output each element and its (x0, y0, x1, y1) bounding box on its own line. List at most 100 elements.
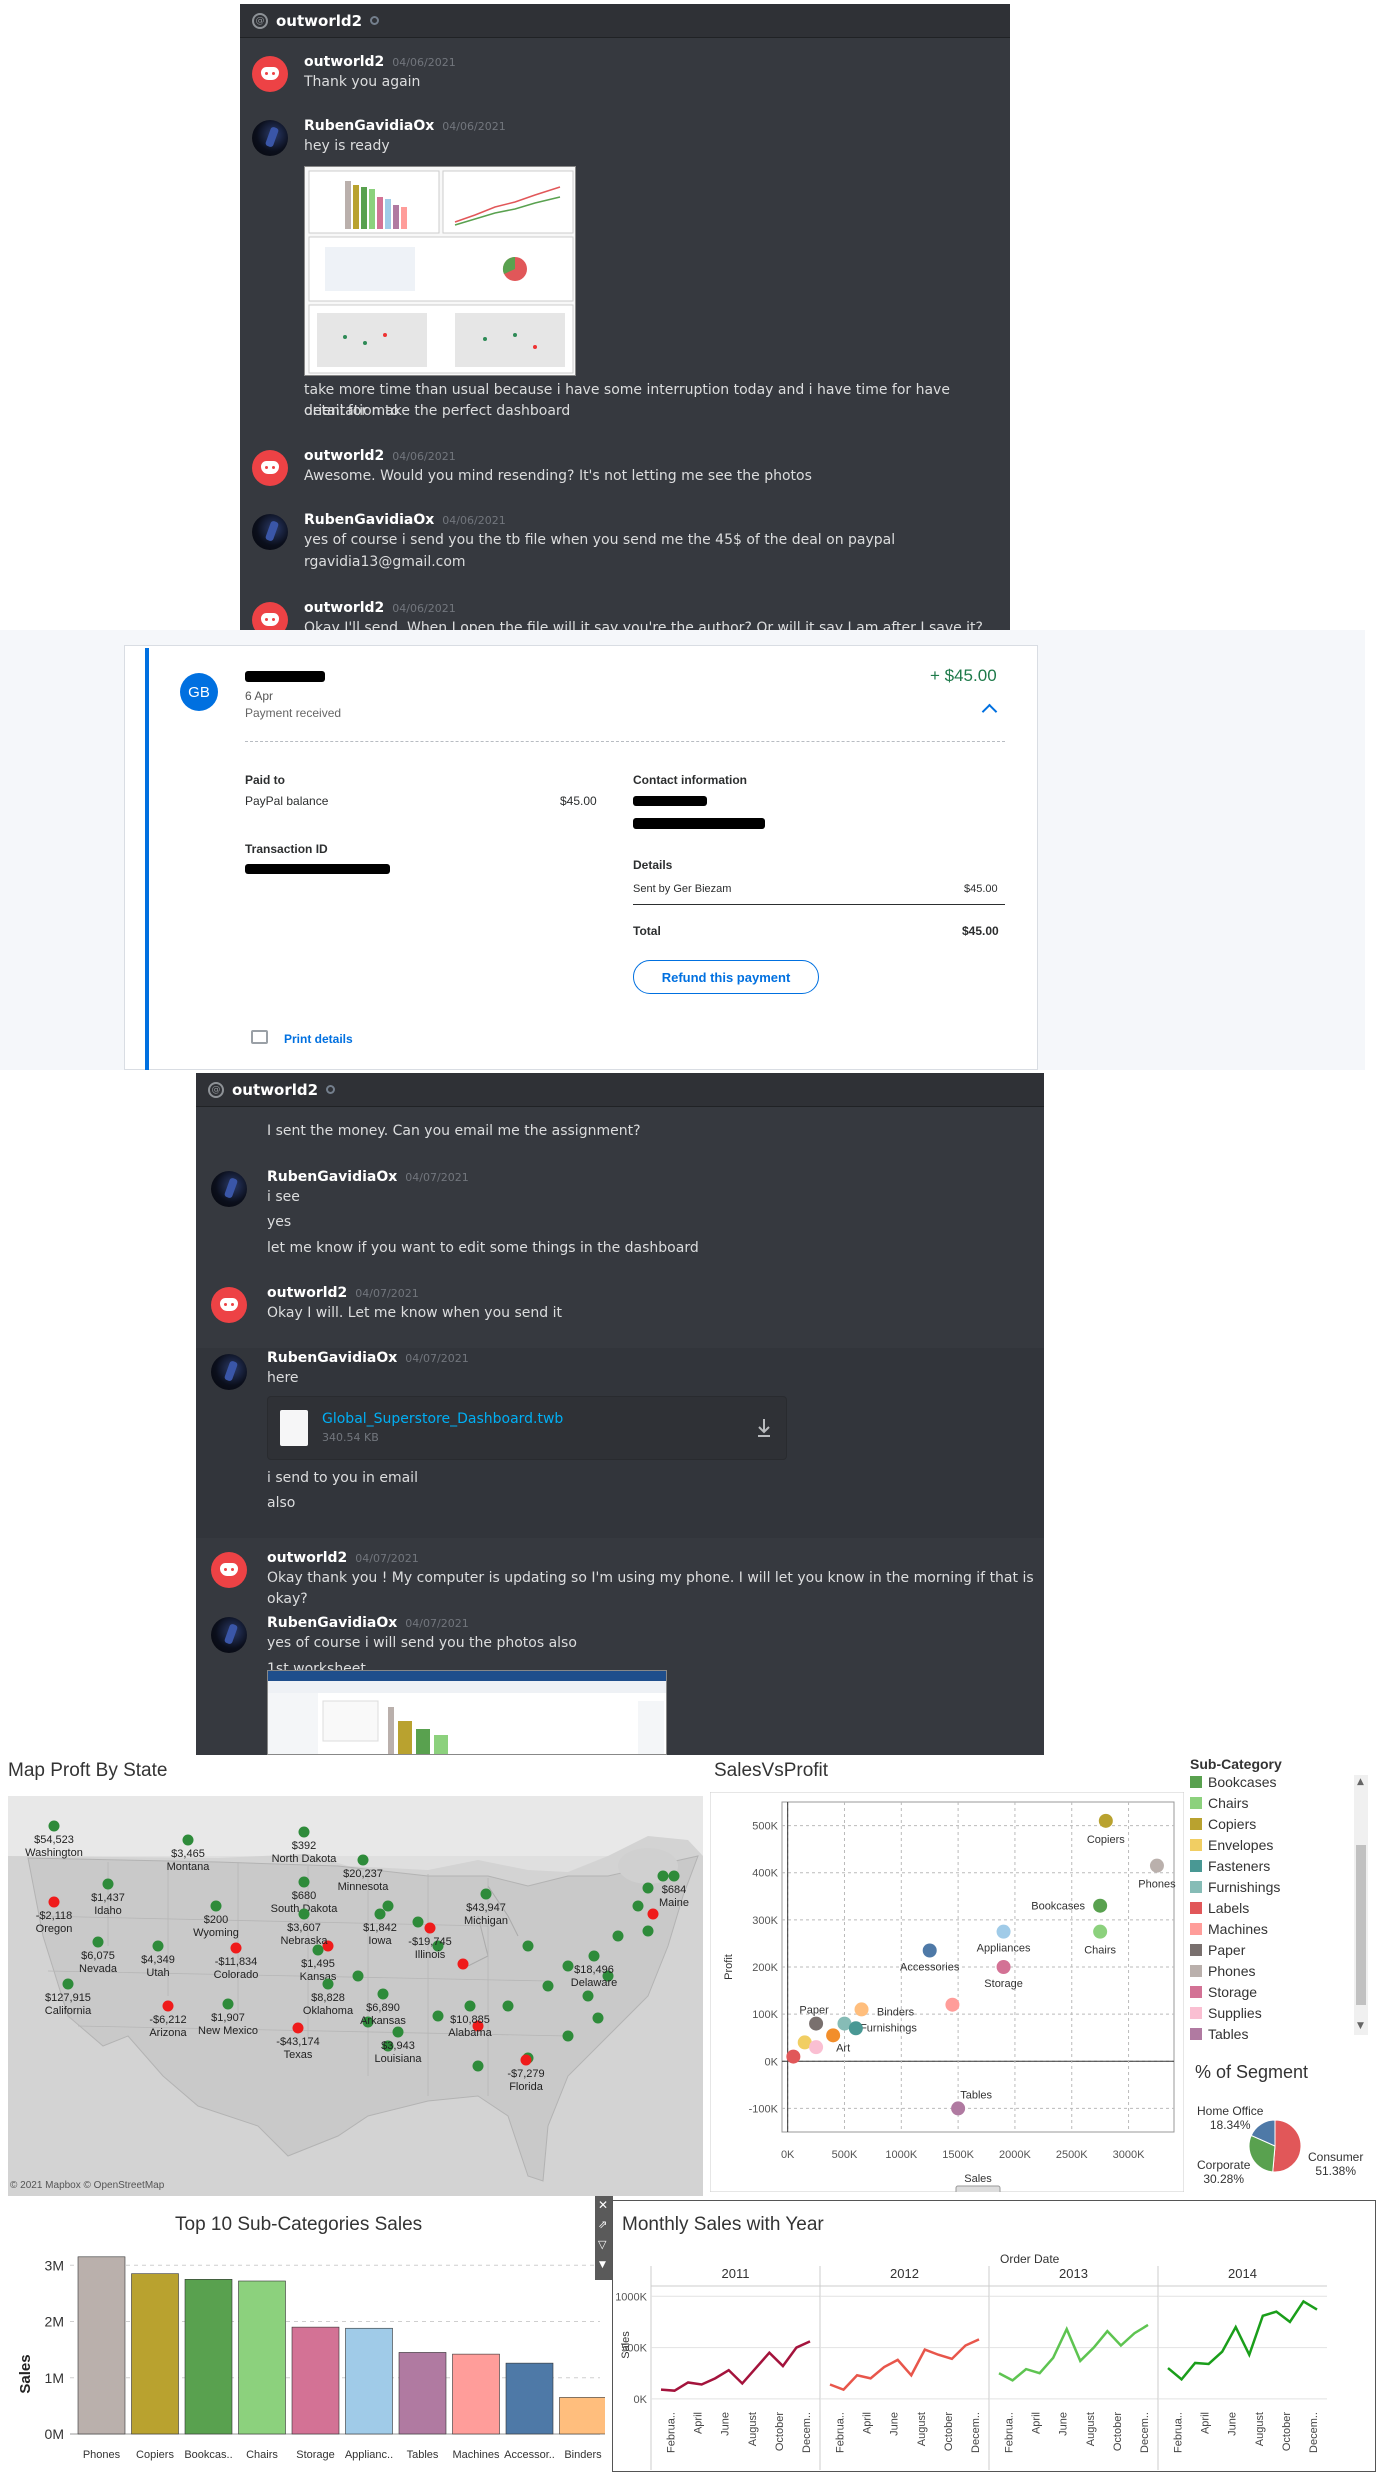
legend-item[interactable]: Paper (1190, 1942, 1245, 1958)
message-author[interactable]: outworld2 04/06/2021 (304, 54, 456, 70)
month-tick-label: June (1058, 2412, 1070, 2436)
map-profit-by-state[interactable]: $54,523 Washington -$2,118 Oregon $127,915 Ca… (8, 1796, 703, 2196)
month-tick-label: April (862, 2412, 874, 2434)
message-text: yes of course i will send you the photos… (267, 1635, 577, 1651)
avatar[interactable] (211, 1552, 247, 1588)
map-value-label: $6,890 (366, 2002, 400, 2014)
map-value-label: $3,465 (171, 1848, 205, 1860)
legend-swatch (1190, 1818, 1202, 1830)
message-author[interactable]: outworld2 04/06/2021 (304, 600, 456, 616)
scroll-up-icon[interactable]: ▲ (1357, 1777, 1364, 1787)
order-date-header: Order Date (1000, 2252, 1060, 2266)
map-state-label: Montana (167, 1861, 211, 1873)
filter-icon[interactable]: ▽ (598, 2238, 606, 2251)
map-state-label: Washington (25, 1847, 83, 1859)
legend-item[interactable]: Chairs (1190, 1795, 1248, 1811)
avatar[interactable] (211, 1617, 247, 1653)
avatar[interactable] (252, 56, 288, 92)
top-10-sub-categories-bar-chart[interactable]: 0M 1M 2M 3M Sales Phones Copiers Bookcas.. Chair… (0, 2240, 605, 2478)
message-author[interactable]: RubenGavidiaOx 04/06/2021 (304, 118, 506, 134)
map-value-label: $3,607 (287, 1922, 321, 1934)
legend-item[interactable]: Supplies (1190, 2005, 1262, 2021)
legend-item[interactable]: Bookcases (1190, 1774, 1276, 1790)
legend-label: Phones (1208, 1963, 1256, 1979)
pie-label-text: Corporate (1197, 2158, 1251, 2172)
x-axis-label: Sales (964, 2173, 992, 2185)
point-label: Furnishings (860, 2023, 917, 2035)
legend-item[interactable]: Furnishings (1190, 1879, 1280, 1895)
y-tick-label: 300K (752, 1915, 778, 1927)
message-text: i send to you in email (267, 1470, 418, 1486)
legend-item[interactable]: Storage (1190, 1984, 1257, 2000)
legend-item[interactable]: Tables (1190, 2026, 1248, 2042)
divider (633, 904, 1005, 905)
bar-9 (559, 2397, 605, 2435)
file-name[interactable]: Global_Superstore_Dashboard.twb (322, 1411, 563, 1427)
pie-label-home-office: Home Office 18.34% (1197, 2104, 1263, 2132)
month-tick-label: Februa.. (835, 2412, 847, 2453)
map-marker-new-mexico (222, 1998, 234, 2010)
map-state-label: Oklahoma (303, 2005, 354, 2017)
status-icon (326, 1085, 336, 1094)
avatar[interactable] (252, 120, 288, 156)
print-details-link[interactable]: Print details (284, 1032, 353, 1046)
legend-item[interactable]: Phones (1190, 1963, 1255, 1979)
more-options-icon[interactable]: ▼ (599, 2260, 606, 2270)
month-tick-label: August (916, 2412, 928, 2446)
refund-button[interactable]: Refund this payment (633, 960, 819, 994)
map-state-label: Maine (659, 1897, 689, 1909)
message-author[interactable]: RubenGavidiaOx 04/06/2021 (304, 512, 506, 528)
sales-vs-profit-scatter[interactable]: -100K 0K 100K 200K 300K 400K 500K 0K 500K 1000K 15… (710, 1792, 1184, 2192)
scatter-point-binders (854, 2002, 869, 2017)
year-header: 2011 (722, 2266, 750, 2281)
printer-icon[interactable] (251, 1030, 268, 1044)
month-tick-label: June (720, 2412, 732, 2436)
map-value-label: -$6,212 (149, 2014, 186, 2026)
message-author[interactable]: outworld2 04/07/2021 (267, 1550, 419, 1566)
map-value-label: $1,842 (363, 1922, 397, 1934)
message-text: Awesome. Would you mind resending? It's … (304, 468, 812, 484)
message-author[interactable]: outworld2 04/07/2021 (267, 1285, 419, 1301)
legend-item[interactable]: Machines (1190, 1921, 1268, 1937)
message-author[interactable]: RubenGavidiaOx 04/07/2021 (267, 1350, 469, 1366)
legend-item[interactable]: Envelopes (1190, 1837, 1273, 1853)
legend-label: Storage (1208, 1984, 1258, 2000)
download-icon[interactable] (756, 1417, 772, 1439)
legend-scrollbar[interactable]: ▲ ▼ (1354, 1775, 1368, 2035)
legend-label: Paper (1208, 1942, 1246, 1958)
map-state-label: Wyoming (193, 1927, 239, 1939)
image-attachment[interactable] (267, 1670, 667, 1755)
x-tick-label: Applianc.. (345, 2449, 393, 2461)
y-tick-label: 1000K (615, 2291, 647, 2303)
point-label: Copiers (1087, 1834, 1125, 1846)
message-author[interactable]: RubenGavidiaOx 04/07/2021 (267, 1169, 469, 1185)
avatar[interactable] (252, 514, 288, 550)
file-attachment[interactable]: Global_Superstore_Dashboard.twb 340.54 K… (267, 1396, 787, 1460)
map-value-label: -$7,279 (507, 2068, 544, 2080)
legend-item[interactable]: Labels (1190, 1900, 1249, 1916)
go-to-sheet-icon[interactable]: ⇗ (598, 2218, 607, 2231)
scroll-down-icon[interactable]: ▼ (1357, 2021, 1364, 2031)
avatar[interactable] (211, 1354, 247, 1390)
scatter-point-chairs (1093, 1924, 1108, 1939)
close-icon[interactable]: ✕ (598, 2198, 608, 2212)
image-attachment[interactable] (304, 166, 576, 376)
avatar[interactable] (252, 450, 288, 486)
monthly-sales-line-chart[interactable]: 0K500K1000KSales2011Februa.. April June Aug… (615, 2266, 1373, 2470)
message-author[interactable]: outworld2 04/06/2021 (304, 448, 456, 464)
avatar[interactable] (211, 1171, 247, 1207)
scroll-thumb[interactable] (1356, 1845, 1366, 2005)
legend-label: Supplies (1208, 2005, 1262, 2021)
month-tick-label: Decem.. (1308, 2412, 1320, 2453)
map-marker-minnesota (357, 1854, 369, 1866)
map-marker-alabama (464, 2000, 476, 2012)
scatter-point-labels (786, 2049, 801, 2064)
message-author[interactable]: RubenGavidiaOx 04/07/2021 (267, 1615, 469, 1631)
map-marker-north-dakota (298, 1826, 310, 1838)
discord-chat-panel-1: @ outworld2 outworld2 04/06/2021 Thank yo… (240, 4, 1010, 650)
legend-item[interactable]: Fasteners (1190, 1858, 1270, 1874)
avatar[interactable] (211, 1287, 247, 1323)
map-marker (647, 1908, 659, 1920)
legend-item[interactable]: Copiers (1190, 1816, 1256, 1832)
x-tick-label: Tables (407, 2449, 439, 2461)
